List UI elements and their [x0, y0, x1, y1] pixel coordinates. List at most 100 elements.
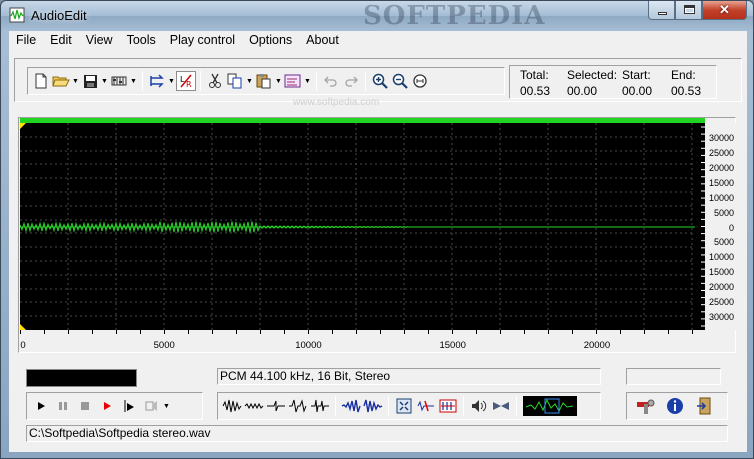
record-button[interactable] [140, 395, 162, 417]
fit-selection-button[interactable] [393, 395, 415, 417]
audio-format: PCM 44.100 kHz, 16 Bit, Stereo [217, 368, 601, 385]
amplitude-label: 5000 [713, 207, 734, 218]
info-button[interactable] [660, 395, 690, 417]
sample-label: 15000 [439, 340, 466, 351]
equalizer-button[interactable] [437, 395, 459, 417]
spectrum-button[interactable] [521, 395, 579, 417]
sample-tick [668, 330, 669, 334]
amplitude-label: 5000 [713, 237, 734, 248]
minimize-button[interactable] [648, 1, 675, 20]
play-red-icon [104, 402, 111, 410]
selection-marker[interactable] [20, 123, 26, 129]
menu-file[interactable]: File [9, 31, 43, 50]
selected-stat: Selected: 00.00 [567, 68, 617, 98]
echo-button[interactable] [287, 395, 309, 417]
record-icon [145, 401, 157, 411]
menu-about[interactable]: About [299, 31, 346, 50]
mixer-button[interactable] [109, 71, 129, 91]
zoom-in-button[interactable] [370, 71, 390, 91]
record-dropdown[interactable]: ▼ [162, 396, 171, 416]
amplitude-label: 30000 [708, 133, 734, 143]
amplitude-label: 25000 [708, 147, 734, 158]
fade-out-button[interactable] [362, 395, 384, 417]
pause-button[interactable] [52, 395, 74, 417]
paste-special-dropdown[interactable]: ▼ [303, 71, 312, 91]
paste-special-icon [284, 74, 301, 88]
mixer-dropdown[interactable]: ▼ [129, 71, 138, 91]
menu-play-control[interactable]: Play control [163, 31, 242, 50]
start-stat: Start: 00.00 [622, 68, 652, 98]
reverse-button[interactable] [490, 395, 512, 417]
total-label: Total: [520, 68, 549, 82]
normalize-button[interactable] [243, 395, 265, 417]
undo-button[interactable] [321, 71, 341, 91]
fade-in-button[interactable] [340, 395, 362, 417]
reverb-button[interactable] [309, 395, 331, 417]
toolbar-panel: ▼ ▼ ▼ ▼ LR ▼ ▼ ▼ Total: 00.53 Selected: … [14, 58, 742, 102]
end-label: End: [671, 68, 696, 82]
close-button[interactable]: ✕ [702, 1, 747, 20]
paste-special-button[interactable] [283, 71, 303, 91]
stop-button[interactable] [74, 395, 96, 417]
compress-button[interactable] [265, 395, 287, 417]
zoom-in-icon [372, 73, 388, 89]
zoom-out-button[interactable] [390, 71, 410, 91]
new-file-icon [35, 73, 47, 89]
amplitude-label: 25000 [708, 297, 734, 308]
zoom-fit-button[interactable] [410, 71, 430, 91]
toolbar-separator [365, 71, 366, 91]
toolbar-separator [335, 396, 336, 416]
sample-tick [284, 330, 285, 334]
open-button[interactable] [51, 71, 71, 91]
save-icon [83, 74, 97, 88]
fade-out-icon [363, 399, 383, 413]
volume-button[interactable] [468, 395, 490, 417]
sample-tick [620, 330, 621, 334]
amplitude-label: 20000 [708, 162, 734, 173]
tools-icon [637, 399, 655, 414]
cut-button[interactable] [205, 71, 225, 91]
amplitude-label: 20000 [708, 282, 734, 293]
sample-tick [404, 330, 405, 334]
sample-tick [164, 330, 165, 334]
end-stat: End: 00.53 [671, 68, 701, 98]
paste-button[interactable] [254, 71, 274, 91]
paste-dropdown[interactable]: ▼ [274, 71, 283, 91]
amplify-button[interactable] [221, 395, 243, 417]
normalize-wave-icon [244, 402, 264, 410]
maximize-icon [684, 5, 695, 14]
settings-button[interactable] [630, 395, 660, 417]
menu-view[interactable]: View [79, 31, 120, 50]
swap-channels-icon [150, 74, 164, 88]
channel-select-button[interactable]: LR [176, 71, 196, 91]
close-icon: ✕ [719, 2, 730, 17]
waveform-canvas[interactable] [19, 123, 695, 330]
menu-options[interactable]: Options [242, 31, 299, 50]
sample-tick [308, 330, 309, 334]
speaker-icon [472, 400, 487, 412]
title-bar[interactable]: AudioEdit SOFTPEDIA ✕ [1, 1, 753, 31]
sample-tick [44, 330, 45, 334]
save-button[interactable] [80, 71, 100, 91]
open-dropdown[interactable]: ▼ [71, 71, 80, 91]
stop-icon [81, 402, 89, 410]
toolbar-separator [388, 396, 389, 416]
amplitude-label: 0 [728, 222, 734, 233]
silence-button[interactable] [415, 395, 437, 417]
redo-button[interactable] [341, 71, 361, 91]
exit-button[interactable] [690, 395, 720, 417]
app-icon [9, 7, 25, 23]
copy-dropdown[interactable]: ▼ [245, 71, 254, 91]
play-button[interactable] [30, 395, 52, 417]
maximize-button[interactable] [675, 1, 702, 20]
play-selection-button[interactable] [96, 395, 118, 417]
silence-wave-icon [417, 400, 434, 412]
new-file-button[interactable] [31, 71, 51, 91]
swap-channels-button[interactable] [147, 71, 167, 91]
menu-tools[interactable]: Tools [120, 31, 163, 50]
play-from-cursor-button[interactable] [118, 395, 140, 417]
menu-edit[interactable]: Edit [43, 31, 79, 50]
copy-button[interactable] [225, 71, 245, 91]
swap-channels-dropdown[interactable]: ▼ [167, 71, 176, 91]
save-dropdown[interactable]: ▼ [100, 71, 109, 91]
